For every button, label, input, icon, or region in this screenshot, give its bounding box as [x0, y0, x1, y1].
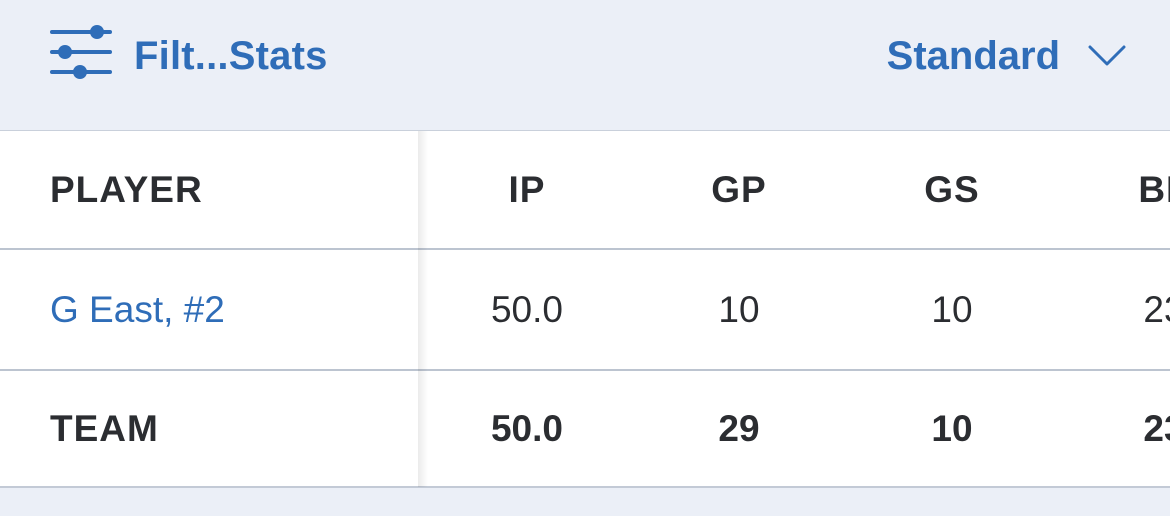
cell-gp: 29: [718, 408, 760, 449]
stat-view-label: Standard: [886, 33, 1060, 78]
column-header-bf[interactable]: BF: [1094, 131, 1170, 248]
column-header-gs[interactable]: GS: [882, 131, 1022, 248]
filter-stats-label: Filt...Stats: [134, 33, 328, 78]
stat-view-select[interactable]: Standard: [887, 26, 1126, 86]
cell-gp: 10: [718, 288, 760, 330]
stats-toolbar: Filt...Stats Standard: [0, 0, 1170, 130]
sliders-icon: [50, 25, 112, 79]
cell-bf: 23: [1143, 288, 1170, 330]
filter-stats-button[interactable]: Filt...Stats: [50, 24, 328, 88]
cell-gs: 10: [931, 288, 973, 330]
column-header-ip[interactable]: IP: [457, 131, 597, 248]
cell-ip: 50.0: [490, 408, 563, 449]
chevron-down-icon: [1088, 45, 1126, 66]
column-header-gp[interactable]: GP: [669, 131, 809, 248]
column-header-player[interactable]: PLAYER: [50, 131, 203, 248]
cell-bf: 23: [1143, 408, 1170, 449]
table-row-team-total: TEAM 50.0 29 10 23: [0, 371, 1170, 487]
cell-gs: 10: [931, 408, 973, 449]
cell-ip: 50.0: [490, 288, 563, 330]
team-label: TEAM: [50, 408, 159, 449]
table-header-row: PLAYER IP GP GS BF: [0, 131, 1170, 250]
stats-table: PLAYER IP GP GS BF G East, #2 50.0 10 10…: [0, 130, 1170, 488]
table-row: G East, #2 50.0 10 10 23: [0, 250, 1170, 371]
player-name-link[interactable]: G East, #2: [50, 250, 225, 369]
